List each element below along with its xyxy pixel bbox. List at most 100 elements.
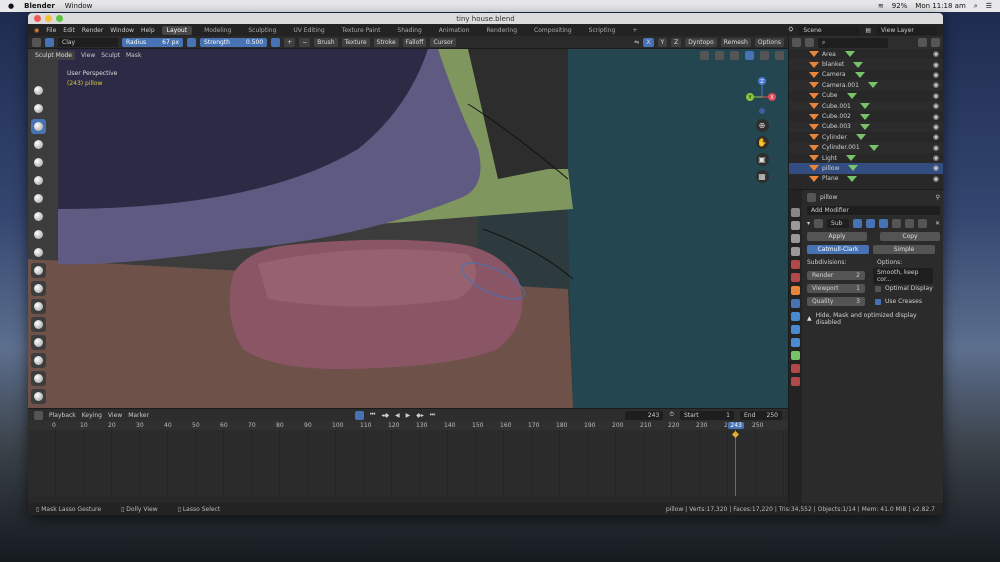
outliner-item[interactable]: Cylinder ◉	[789, 132, 943, 142]
outliner-item[interactable]: Cube.002 ◉	[789, 111, 943, 121]
visibility-eye-icon[interactable]: ◉	[933, 175, 939, 183]
next-keyframe-icon[interactable]: ◆▸	[416, 412, 424, 419]
visibility-eye-icon[interactable]: ◉	[933, 92, 939, 100]
preview-range-icon[interactable]: ⏱	[669, 411, 674, 419]
clock[interactable]: Mon 11:18 am	[915, 2, 966, 10]
tool-clay[interactable]	[31, 119, 46, 134]
tab-modeling[interactable]: Modeling	[199, 26, 236, 35]
tool-flatten[interactable]	[31, 245, 46, 260]
viewport-view-menu[interactable]: View	[81, 52, 95, 59]
tool-draw[interactable]	[31, 83, 46, 98]
menu-list-icon[interactable]: ☰	[986, 2, 992, 10]
zoom-icon[interactable]: ⊕	[755, 119, 769, 132]
menu-render[interactable]: Render	[82, 27, 103, 34]
modifier-tab-icon[interactable]	[791, 299, 800, 308]
outliner-item[interactable]: Cube.003 ◉	[789, 121, 943, 133]
search-icon[interactable]: ⌕	[974, 2, 978, 11]
visibility-eye-icon[interactable]: ◉	[933, 113, 939, 121]
view-layer-tab-icon[interactable]	[791, 247, 800, 256]
visibility-eye-icon[interactable]: ◉	[933, 144, 939, 152]
scene-field[interactable]: Scene	[799, 25, 860, 35]
optimal-display-checkbox[interactable]	[875, 285, 881, 292]
tool-crease[interactable]	[31, 209, 46, 224]
3d-viewport[interactable]: Sculpt Mode View Sculpt Mask User Perspe…	[28, 49, 788, 408]
outliner-item[interactable]: Cube.001 ◉	[789, 100, 943, 112]
viewport-mask-menu[interactable]: Mask	[126, 52, 141, 59]
quality-field[interactable]: Quality 3	[807, 297, 865, 306]
particles-tab-icon[interactable]	[791, 312, 800, 321]
visibility-eye-icon[interactable]: ◉	[933, 102, 939, 110]
radius-pressure-icon[interactable]	[187, 37, 197, 47]
tab-compositing[interactable]: Compositing	[529, 26, 577, 35]
jump-end-icon[interactable]: ⏭	[430, 411, 435, 419]
tab-scripting[interactable]: Scripting	[584, 26, 621, 35]
outliner-item[interactable]: Camera ◉	[789, 70, 943, 80]
axis-x-toggle[interactable]: X	[643, 37, 654, 47]
tool-scrape[interactable]	[31, 281, 46, 296]
texture-tab-icon[interactable]	[791, 377, 800, 386]
tool-smooth[interactable]	[31, 227, 46, 242]
current-frame-field[interactable]: 243	[625, 410, 664, 420]
tab-uv-editing[interactable]: UV Editing	[288, 26, 329, 35]
visibility-eye-icon[interactable]: ◉	[933, 81, 939, 89]
outliner-item[interactable]: pillow ◉	[789, 163, 943, 174]
uv-smooth-dropdown[interactable]: Smooth, keep cor...	[873, 267, 933, 284]
outliner-item[interactable]: Cube ◉	[789, 91, 943, 101]
texture-menu[interactable]: Texture	[341, 37, 370, 47]
tab-layout[interactable]: Layout	[161, 25, 193, 35]
tool-rotate[interactable]	[31, 389, 46, 404]
world-tab-icon[interactable]	[791, 273, 800, 282]
tab-shading[interactable]: Shading	[392, 26, 426, 35]
shading-material-icon[interactable]	[760, 50, 769, 60]
tab-animation[interactable]: Animation	[434, 26, 475, 35]
prev-keyframe-icon[interactable]: ◂◆	[381, 412, 389, 419]
frame-ruler[interactable]: 0 10 20 30 40 50 60 70 80 90 100 110 120 130 140 150 160…	[28, 421, 788, 430]
outliner-search-input[interactable]: ⌕	[818, 37, 888, 48]
tool-layer[interactable]	[31, 155, 46, 170]
record-icon[interactable]	[354, 410, 364, 420]
scene-tab-icon[interactable]	[791, 260, 800, 269]
tool-snake-hook[interactable]	[31, 335, 46, 350]
timeline-view-menu[interactable]: View	[108, 412, 122, 419]
physics-tab-icon[interactable]	[791, 325, 800, 334]
add-workspace-button[interactable]: +	[627, 26, 642, 35]
shading-solid-icon[interactable]	[745, 50, 754, 60]
viewport-sculpt-menu[interactable]: Sculpt	[101, 52, 120, 59]
cursor-menu[interactable]: Cursor	[430, 37, 457, 47]
dyntopo-menu[interactable]: Dyntopo	[685, 37, 717, 47]
battery-percent[interactable]: 92%	[892, 2, 908, 10]
render-tab-icon[interactable]	[791, 221, 800, 230]
tool-clay-strips[interactable]	[31, 137, 46, 152]
move-up-icon[interactable]	[905, 219, 915, 228]
move-down-icon[interactable]	[918, 219, 928, 228]
tool-inflate[interactable]	[31, 173, 46, 188]
visibility-eye-icon[interactable]: ◉	[933, 50, 939, 58]
brush-name-field[interactable]: Clay	[58, 37, 118, 47]
outliner-item[interactable]: Light ◉	[789, 153, 943, 163]
play-icon[interactable]: ▶	[406, 412, 411, 419]
menu-file[interactable]: File	[46, 27, 56, 34]
menu-window[interactable]: Window	[110, 27, 134, 34]
catmull-clark-button[interactable]: Catmull-Clark	[807, 245, 869, 254]
tool-blob[interactable]	[31, 191, 46, 206]
grid-view-icon[interactable]: ▦	[755, 170, 769, 183]
timeline-track-area[interactable]	[28, 430, 788, 496]
outliner-item[interactable]: blanket ◉	[789, 59, 943, 70]
strength-pressure-icon[interactable]	[271, 37, 281, 47]
outliner-item[interactable]: Cylinder.001 ◉	[789, 142, 943, 153]
output-tab-icon[interactable]	[791, 234, 800, 243]
tool-grab[interactable]	[31, 317, 46, 332]
tab-texture-paint[interactable]: Texture Paint	[337, 26, 386, 35]
tool-nudge[interactable]	[31, 371, 46, 386]
remesh-menu[interactable]: Remesh	[720, 37, 751, 47]
stroke-menu[interactable]: Stroke	[373, 37, 399, 47]
tab-rendering[interactable]: Rendering	[481, 26, 522, 35]
shading-wire-icon[interactable]	[730, 50, 739, 60]
on-cage-icon[interactable]	[892, 219, 902, 228]
remove-modifier-icon[interactable]: ✕	[935, 220, 940, 227]
pan-hand-icon[interactable]: ✋	[755, 136, 769, 149]
visibility-eye-icon[interactable]: ◉	[933, 133, 939, 141]
playback-menu[interactable]: Playback	[49, 412, 76, 419]
direction-add-button[interactable]: +	[284, 37, 296, 47]
strength-slider[interactable]: Strength 0.500	[200, 37, 268, 47]
